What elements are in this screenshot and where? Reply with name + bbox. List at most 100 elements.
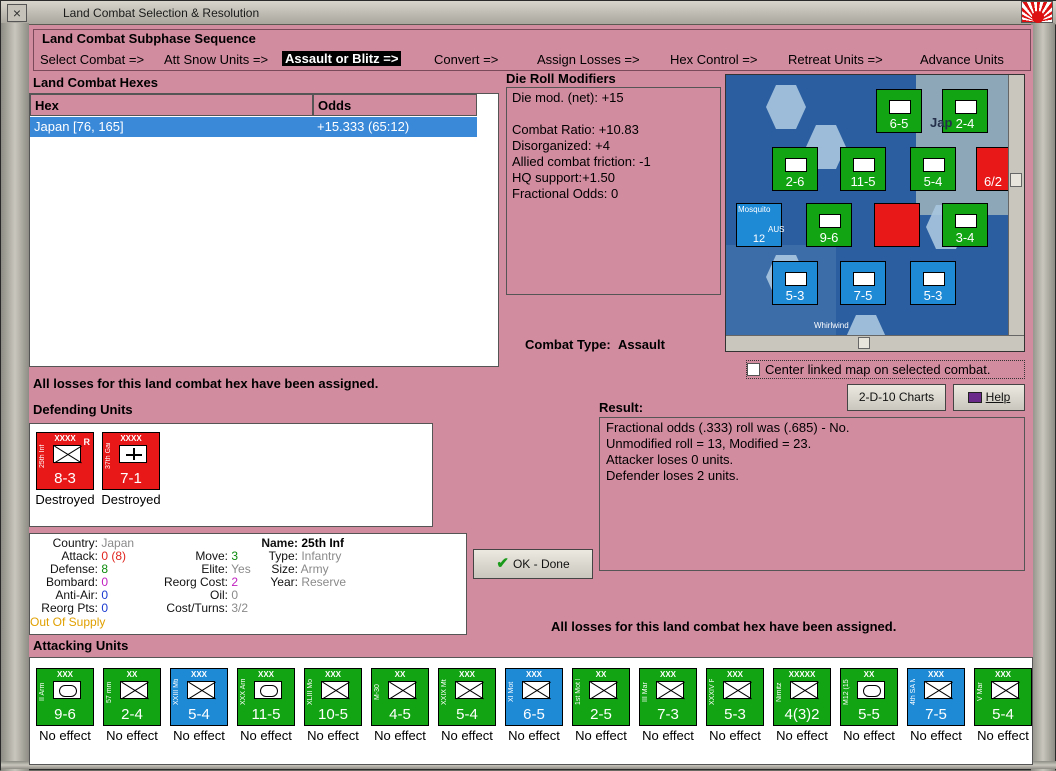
map-horizontal-scroll-thumb[interactable] [858,337,870,349]
unit-strength: 9-6 [54,706,76,723]
map-counter[interactable]: 6/2 [976,147,1010,191]
map-counter[interactable]: 6-5 [876,89,922,133]
seq-step-convert[interactable]: Convert => [434,52,498,67]
attacking-unit-status: No effect [642,728,694,743]
close-icon[interactable]: × [7,4,27,22]
attacking-unit-counter[interactable]: XX M12 (155) 5-5 [840,668,898,726]
map-label: Whirlwind [814,321,849,330]
attacking-unit-counter[interactable]: XX 57 mm 2-4 [103,668,161,726]
center-linked-map-checkbox[interactable] [747,363,760,376]
attacking-unit-counter[interactable]: XXX XXIX Mtn 5-4 [438,668,496,726]
hexes-row-odds[interactable]: +15.333 (65:12) [313,117,477,137]
attacking-unit-status: No effect [240,728,292,743]
map-counter[interactable]: 9-6 [806,203,852,247]
attacking-unit-counter[interactable]: XXX V Mar 5-4 [974,668,1032,726]
hexes-row-hex[interactable]: Japan [76, 165] [30,117,313,137]
unit-size: XX [394,670,406,679]
attacking-unit-counter[interactable]: XXX 4th SA Mot 7-5 [907,668,965,726]
map-counter[interactable]: 5-4 [910,147,956,191]
linked-map[interactable]: 6-5 2-4 2-6 11-5 5-4 6/2 12 9-6 3-4 5-3 … [725,74,1025,352]
defending-unit-counter[interactable]: XXXX R 25th Inf 8-3 [36,432,94,490]
attacking-unit-counter[interactable]: XXX XLIII Mot 10-5 [304,668,362,726]
infantry-symbol-icon [455,681,483,699]
ok-done-button[interactable]: ✔ OK - Done [473,549,593,579]
unit-strength: 4-5 [389,706,411,723]
map-counter-strength: 5-3 [785,288,805,303]
unit-size: XXXXX [788,670,816,679]
elite-value: Yes [231,562,251,576]
seq-step-att-snow[interactable]: Att Snow Units => [164,52,268,67]
map-counter-symbol [955,214,977,228]
map-counter[interactable]: 5-3 [772,261,818,305]
unit-strength: 6-5 [523,706,545,723]
die-mod-line: Combat Ratio: +10.83 [512,122,639,137]
infantry-symbol-icon [790,681,818,699]
map-counter[interactable]: 5-3 [910,261,956,305]
map-counter[interactable]: 3-4 [942,203,988,247]
unit-size: XXXX [120,434,142,443]
combat-type: Combat Type: Assault [525,337,665,352]
seq-step-select-combat[interactable]: Select Combat => [40,52,144,67]
unit-name: 25th Inf [39,444,46,468]
seq-step-advance[interactable]: Advance Units [920,52,1004,67]
unit-strength: 5-4 [188,706,210,723]
map-vertical-scroll-thumb[interactable] [1010,173,1022,187]
die-mod-line: Allied combat friction: -1 [512,154,651,169]
map-counter[interactable]: 7-5 [840,261,886,305]
unit-name: M-30 [374,684,381,700]
attacking-unit-counter[interactable]: XXX XXX Arm 11-5 [237,668,295,726]
attacking-unit-counter[interactable]: XXX II Arm 9-6 [36,668,94,726]
help-button[interactable]: Help [953,384,1025,411]
attacking-unit-counter[interactable]: XX 1st Mot Div 2-5 [572,668,630,726]
attacking-unit-counter[interactable]: XXX XXIII Mtn 5-4 [170,668,228,726]
map-counter[interactable]: 11-5 [840,147,886,191]
attacking-unit-counter[interactable]: XXXXX Nimitz 4(3)2 [773,668,831,726]
result-panel: Fractional odds (.333) roll was (.685) -… [599,417,1025,571]
map-counter-strength: 5-3 [923,288,943,303]
unit-name: M12 (155) [843,679,850,705]
map-counter-strength: 12 [752,233,766,245]
result-line: Unmodified roll = 13, Modified = 23. [606,436,812,451]
country-value: Japan [101,536,135,550]
map-counter-symbol [853,158,875,172]
hexes-col-hex[interactable]: Hex [30,94,313,116]
unit-size: XXX [458,670,475,679]
unit-strength: 2-5 [590,706,612,723]
seq-step-assault-blitz[interactable]: Assault or Blitz => [282,51,402,66]
map-combat-hex-marker[interactable] [874,203,920,247]
map-horizontal-scrollbar[interactable] [726,335,1024,351]
unit-name: II Arm [39,682,46,702]
seq-step-assign-losses[interactable]: Assign Losses => [537,52,640,67]
map-vertical-scrollbar[interactable] [1008,75,1024,337]
unit-strength: 10-5 [317,706,349,723]
attacking-unit-counter[interactable]: XXX III Mar 7-3 [639,668,697,726]
garrison-symbol-icon [119,445,147,463]
infantry-symbol-icon [388,681,416,699]
costturns-value: 3/2 [231,601,249,615]
unit-size: XXX [190,670,207,679]
reorgcost-value: 2 [231,575,239,589]
die-roll-modifiers: Die mod. (net): +15 Combat Ratio: +10.83… [506,87,721,295]
armor-symbol-icon [254,681,282,699]
attacking-unit-counter[interactable]: XXX XI Mot 6-5 [505,668,563,726]
attacking-unit-status: No effect [441,728,493,743]
center-linked-map-option[interactable]: Center linked map on selected combat. [746,360,1025,379]
map-counter[interactable]: 2-6 [772,147,818,191]
attacking-unit-counter[interactable]: XXX XXXIV Para 5-3 [706,668,764,726]
defending-title: Defending Units [33,402,133,417]
map-counter-strength: 7-5 [853,288,873,303]
attacking-unit-counter[interactable]: XX M-30 4-5 [371,668,429,726]
die-mod-line: Disorganized: +4 [512,138,610,153]
unit-name: V Mar [977,682,984,702]
die-mod-line: HQ support:+1.50 [512,170,615,185]
charts-button[interactable]: 2-D-10 Charts [847,384,946,411]
seq-step-retreat[interactable]: Retreat Units => [788,52,883,67]
seq-step-hex-control[interactable]: Hex Control => [670,52,757,67]
title-bar[interactable]: × Land Combat Selection & Resolution [1,1,1056,25]
frame-left [1,23,29,771]
unit-strength: 4(3)2 [784,706,820,723]
defending-unit-counter[interactable]: XXXX 37th Garr 7-1 [102,432,160,490]
attacking-unit-status: No effect [910,728,962,743]
hexes-col-odds[interactable]: Odds [313,94,477,116]
window-title: Land Combat Selection & Resolution [63,6,260,20]
